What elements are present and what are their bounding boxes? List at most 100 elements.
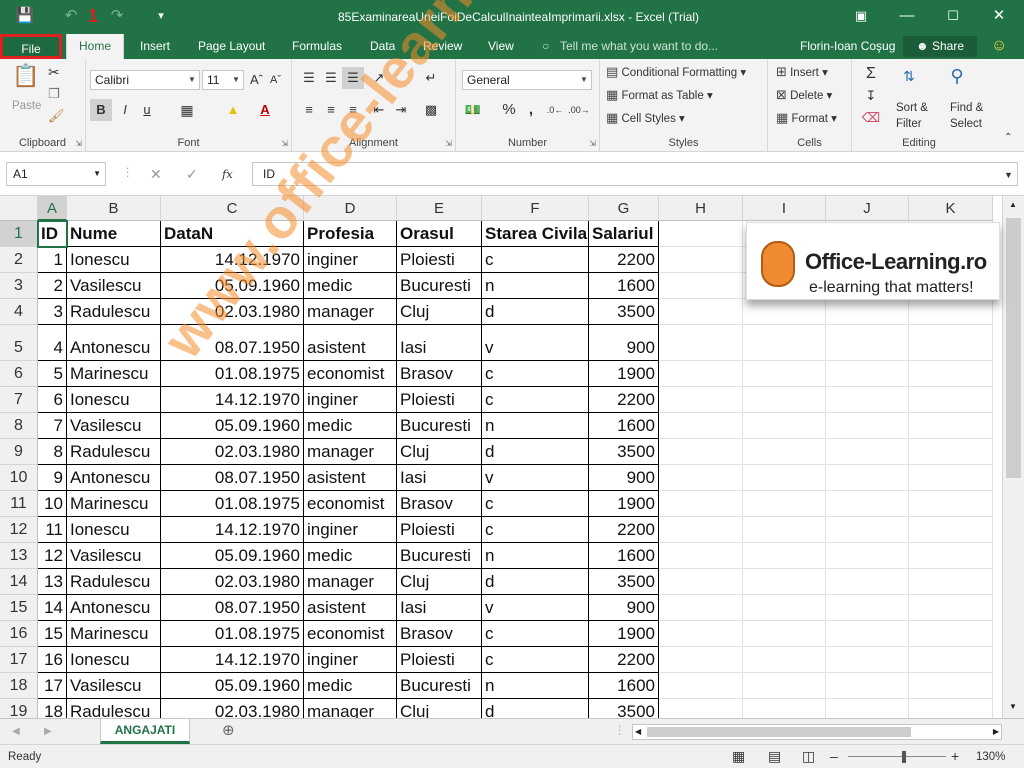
table-cell[interactable]: c bbox=[482, 247, 589, 273]
cut-icon[interactable]: ✂ bbox=[48, 63, 60, 81]
formula-input[interactable]: ID bbox=[252, 162, 1018, 186]
row-header[interactable]: 4 bbox=[0, 299, 38, 325]
table-cell[interactable]: Ploiesti bbox=[397, 387, 482, 413]
table-cell[interactable]: Marinescu bbox=[67, 621, 161, 647]
row-header[interactable]: 1 bbox=[0, 221, 38, 247]
next-sheet-icon[interactable]: ▶ bbox=[44, 723, 52, 741]
normal-view-icon[interactable]: ▦ bbox=[732, 747, 745, 765]
clipboard-launcher-icon[interactable]: ⇲ bbox=[75, 139, 82, 148]
table-cell[interactable]: medic bbox=[304, 673, 397, 699]
row-header[interactable]: 11 bbox=[0, 491, 38, 517]
table-cell[interactable]: 01.08.1975 bbox=[161, 491, 304, 517]
italic-button[interactable]: I bbox=[114, 99, 136, 121]
table-cell[interactable]: 14 bbox=[38, 595, 67, 621]
table-cell[interactable]: 3 bbox=[38, 299, 67, 325]
close-icon[interactable]: ✕ bbox=[976, 0, 1022, 34]
tab-page-layout[interactable]: Page Layout bbox=[196, 34, 267, 59]
table-cell[interactable]: Antonescu bbox=[67, 595, 161, 621]
scroll-thumb[interactable] bbox=[1006, 218, 1021, 478]
empty-cell[interactable] bbox=[909, 517, 993, 543]
table-cell[interactable]: 1 bbox=[38, 247, 67, 273]
accounting-format-icon[interactable]: 💵 bbox=[462, 99, 484, 121]
table-cell[interactable]: Brasov bbox=[397, 621, 482, 647]
empty-cell[interactable] bbox=[909, 325, 993, 361]
smiley-feedback-icon[interactable]: ☺ bbox=[989, 34, 1009, 59]
empty-cell[interactable] bbox=[909, 465, 993, 491]
empty-cell[interactable] bbox=[659, 569, 743, 595]
header-cell[interactable]: ID bbox=[38, 221, 67, 247]
table-cell[interactable]: Vasilescu bbox=[67, 673, 161, 699]
format-cells-button[interactable]: ▦ Format ▾ bbox=[776, 109, 837, 128]
empty-cell[interactable] bbox=[826, 439, 909, 465]
row-header[interactable]: 15 bbox=[0, 595, 38, 621]
table-cell[interactable]: 05.09.1960 bbox=[161, 413, 304, 439]
column-header-j[interactable]: J bbox=[826, 196, 909, 221]
find-select-label-bottom[interactable]: Select bbox=[950, 115, 982, 133]
table-cell[interactable]: Cluj bbox=[397, 299, 482, 325]
clear-icon[interactable]: ⌫ bbox=[860, 107, 882, 129]
header-cell[interactable]: Starea Civila bbox=[482, 221, 589, 247]
table-cell[interactable]: asistent bbox=[304, 465, 397, 491]
zoom-out-icon[interactable]: – bbox=[830, 747, 838, 765]
table-cell[interactable]: asistent bbox=[304, 595, 397, 621]
conditional-formatting-button[interactable]: ▤ Conditional Formatting ▾ bbox=[606, 63, 746, 82]
empty-cell[interactable] bbox=[826, 673, 909, 699]
fill-color-icon[interactable]: ▲ bbox=[222, 99, 244, 121]
sort-filter-label-bottom[interactable]: Filter bbox=[896, 115, 922, 133]
empty-cell[interactable] bbox=[826, 465, 909, 491]
table-cell[interactable]: Bucuresti bbox=[397, 273, 482, 299]
hscroll-thumb[interactable] bbox=[647, 727, 911, 737]
table-cell[interactable]: Cluj bbox=[397, 699, 482, 718]
empty-cell[interactable] bbox=[826, 517, 909, 543]
table-cell[interactable]: 12 bbox=[38, 543, 67, 569]
new-sheet-icon[interactable]: ⊕ bbox=[222, 722, 235, 740]
table-cell[interactable]: Brasov bbox=[397, 491, 482, 517]
empty-cell[interactable] bbox=[909, 673, 993, 699]
table-cell[interactable]: c bbox=[482, 387, 589, 413]
table-cell[interactable]: 3500 bbox=[589, 299, 659, 325]
empty-cell[interactable] bbox=[743, 465, 826, 491]
empty-cell[interactable] bbox=[909, 595, 993, 621]
empty-cell[interactable] bbox=[659, 325, 743, 361]
table-cell[interactable]: 1900 bbox=[589, 361, 659, 387]
minimize-icon[interactable]: — bbox=[884, 0, 930, 34]
table-cell[interactable]: c bbox=[482, 491, 589, 517]
comma-style-button[interactable]: , bbox=[520, 99, 542, 121]
empty-cell[interactable] bbox=[659, 247, 743, 273]
delete-cells-button[interactable]: ⊠ Delete ▾ bbox=[776, 86, 832, 105]
collapse-ribbon-icon[interactable]: ⌃ bbox=[1004, 129, 1012, 147]
borders-icon[interactable]: ▦ bbox=[176, 99, 198, 121]
scroll-left-icon[interactable]: ◀ bbox=[635, 725, 641, 739]
empty-cell[interactable] bbox=[743, 299, 826, 325]
table-cell[interactable]: 2200 bbox=[589, 517, 659, 543]
empty-cell[interactable] bbox=[826, 543, 909, 569]
row-header[interactable]: 18 bbox=[0, 673, 38, 699]
table-cell[interactable]: d bbox=[482, 699, 589, 718]
table-cell[interactable]: n bbox=[482, 543, 589, 569]
percent-button[interactable]: % bbox=[498, 99, 520, 121]
font-launcher-icon[interactable]: ⇲ bbox=[281, 139, 288, 148]
table-cell[interactable]: 8 bbox=[38, 439, 67, 465]
row-header[interactable]: 8 bbox=[0, 413, 38, 439]
table-cell[interactable]: 08.07.1950 bbox=[161, 595, 304, 621]
table-cell[interactable]: 5 bbox=[38, 361, 67, 387]
empty-cell[interactable] bbox=[743, 413, 826, 439]
header-cell[interactable]: Salariul bbox=[589, 221, 659, 247]
empty-cell[interactable] bbox=[659, 621, 743, 647]
paste-icon[interactable]: 📋 bbox=[12, 65, 40, 95]
number-launcher-icon[interactable]: ⇲ bbox=[589, 139, 596, 148]
tab-view[interactable]: View bbox=[486, 34, 516, 59]
table-cell[interactable]: c bbox=[482, 647, 589, 673]
table-cell[interactable]: 18 bbox=[38, 699, 67, 718]
empty-cell[interactable] bbox=[659, 517, 743, 543]
row-header[interactable]: 13 bbox=[0, 543, 38, 569]
sheet-tab-angajati[interactable]: ANGAJATI bbox=[100, 719, 190, 744]
table-cell[interactable]: Radulescu bbox=[67, 569, 161, 595]
table-cell[interactable]: Brasov bbox=[397, 361, 482, 387]
empty-cell[interactable] bbox=[826, 491, 909, 517]
empty-cell[interactable] bbox=[743, 647, 826, 673]
table-cell[interactable]: 10 bbox=[38, 491, 67, 517]
empty-cell[interactable] bbox=[826, 299, 909, 325]
table-cell[interactable]: Ploiesti bbox=[397, 517, 482, 543]
increase-decimal-icon[interactable]: .0← bbox=[544, 99, 566, 121]
